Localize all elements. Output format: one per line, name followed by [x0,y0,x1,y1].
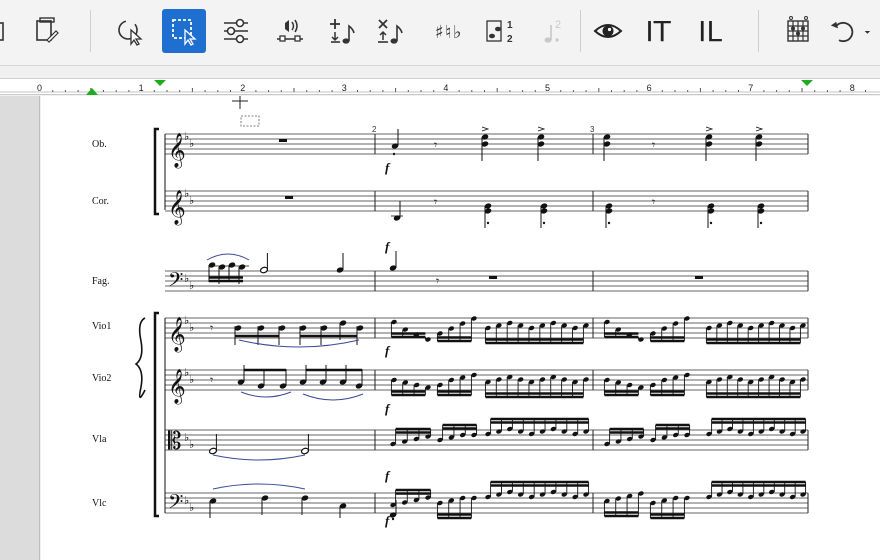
slur [212,454,306,461]
text-tool-icon[interactable]: IT [636,9,680,53]
staff-cello: 𝄢 ♭♭ [165,480,809,521]
eighth-rest-icon: 𝄾 [210,373,213,387]
ruler-label: 1 [139,83,144,93]
ruler-label: 4 [443,83,448,93]
lyrics-tool-icon[interactable]: IL [688,9,732,53]
staccato-dot [709,221,713,225]
add-note-icon[interactable] [320,9,364,53]
score-page[interactable]: Ob. Cor. Fag. Vio1 Vio2 Vla Vlc 2 3 f f … [41,96,880,560]
whole-rest [489,276,497,279]
svg-text:♭: ♭ [453,22,462,43]
toolbar-separator [758,10,759,52]
bracket-strings [153,311,159,518]
staff-violin2: 𝄞♭♭ 𝄾 [165,365,809,405]
eighth-rest-icon: 𝄾 [210,321,213,335]
staff-horn: 𝄞♭♭ 𝄾 𝄾 [165,187,809,228]
svg-text:♯: ♯ [435,22,444,43]
clef-icon: 𝄢 [168,268,183,296]
select-pointer-icon[interactable] [108,9,152,53]
toolbar-separator [580,10,581,52]
flat-icon: ♭ [189,438,194,451]
accent-mark [705,126,714,132]
staff-violin1: 𝄞♭♭ 𝄾 [165,314,809,353]
page-left-margin [0,96,40,560]
right-indent-marker [801,80,813,86]
staccato-dot [391,517,395,521]
selection-marquee [240,115,260,127]
toolbar: ♯ ♮ ♭ 1 2 2 IT IL [0,0,880,66]
brace-violins [134,317,146,399]
disabled-digit: 2 [555,19,561,31]
eighth-rest-icon: 𝄾 [652,138,655,152]
text-tool-label: IT [645,14,671,48]
staccato-dot [607,221,611,225]
slur [302,393,364,401]
chord-diagram-icon[interactable] [776,9,820,53]
first-line-indent-marker [154,80,166,86]
slur [212,483,306,490]
fingering-digit-2: 2 [507,34,513,45]
ruler-label: 7 [748,83,753,93]
staccato-dot [486,221,490,225]
svg-text:♮: ♮ [445,22,451,43]
bracket-winds [153,127,159,216]
toolbar-separator [90,10,91,52]
slur [238,339,360,348]
staff-bassoon: 𝄢 ♭♭ 𝄾 [165,251,809,296]
document-edit-icon[interactable] [24,9,68,53]
mixer-sliders-icon[interactable] [214,9,258,53]
whole-rest [279,139,287,142]
undo-icon[interactable] [828,9,872,53]
ruler-label: 6 [647,83,652,93]
clef-icon: 𝄡 [168,427,181,455]
ruler-scale: 0 1 2 3 4 5 6 7 8 [0,80,880,95]
accent-mark [481,126,490,132]
score-notation[interactable]: 𝄞♭♭ 𝄾 𝄾𝄞♭♭ 𝄾 𝄾𝄢 ♭♭ 𝄾𝄞♭♭ 𝄾𝄞♭♭ 𝄾𝄡 ♭♭𝄢 ♭♭ [41,96,880,560]
playback-audio-icon[interactable] [268,9,312,53]
horizontal-ruler[interactable]: 0 1 2 3 4 5 6 7 8 [0,78,880,95]
accidentals-icon[interactable]: ♯ ♮ ♭ [426,9,470,53]
lasso-select-icon[interactable] [162,9,206,53]
flat-icon: ♭ [189,501,194,514]
flat-icon: ♭ [189,321,194,334]
slur [240,391,292,398]
ruler-label: 0 [37,83,42,93]
flat-icon: ♭ [189,137,194,150]
ruler-label: 2 [240,83,245,93]
eighth-rest-icon: 𝄾 [436,274,439,288]
lyrics-tool-label: IL [698,14,722,48]
staccato-dot [759,221,763,225]
flat-icon: ♭ [189,373,194,386]
whole-rest [285,196,293,199]
ruler-strip [0,66,880,78]
clef-icon: 𝄢 [168,490,183,518]
accent-mark [755,126,764,132]
fingering-digit-1: 1 [507,20,513,31]
eighth-rest-icon: 𝄾 [652,195,655,209]
whole-rest [695,276,703,279]
left-indent-marker [86,88,98,95]
flat-icon: ♭ [189,279,194,292]
staff-oboe: 𝄞♭♭ 𝄾 𝄾 [165,126,809,169]
staccato-dot [542,221,546,225]
eighth-rest-icon: 𝄾 [434,138,437,152]
accent-mark [537,126,546,132]
flat-icon: ♭ [189,194,194,207]
fingering-icon[interactable]: 1 2 [478,9,522,53]
slur [206,253,250,261]
delete-note-icon[interactable] [368,9,412,53]
eighth-rest-icon: 𝄾 [434,195,437,209]
disabled-voice-icon: 2 [530,9,574,53]
ruler-label: 5 [545,83,550,93]
ruler-label: 3 [342,83,347,93]
view-eye-icon[interactable] [586,9,630,53]
page-settings-icon[interactable] [0,9,14,53]
ruler-label: 8 [850,83,855,93]
staff-viola: 𝄡 ♭♭ [165,417,809,461]
staccato-dot [392,152,396,156]
